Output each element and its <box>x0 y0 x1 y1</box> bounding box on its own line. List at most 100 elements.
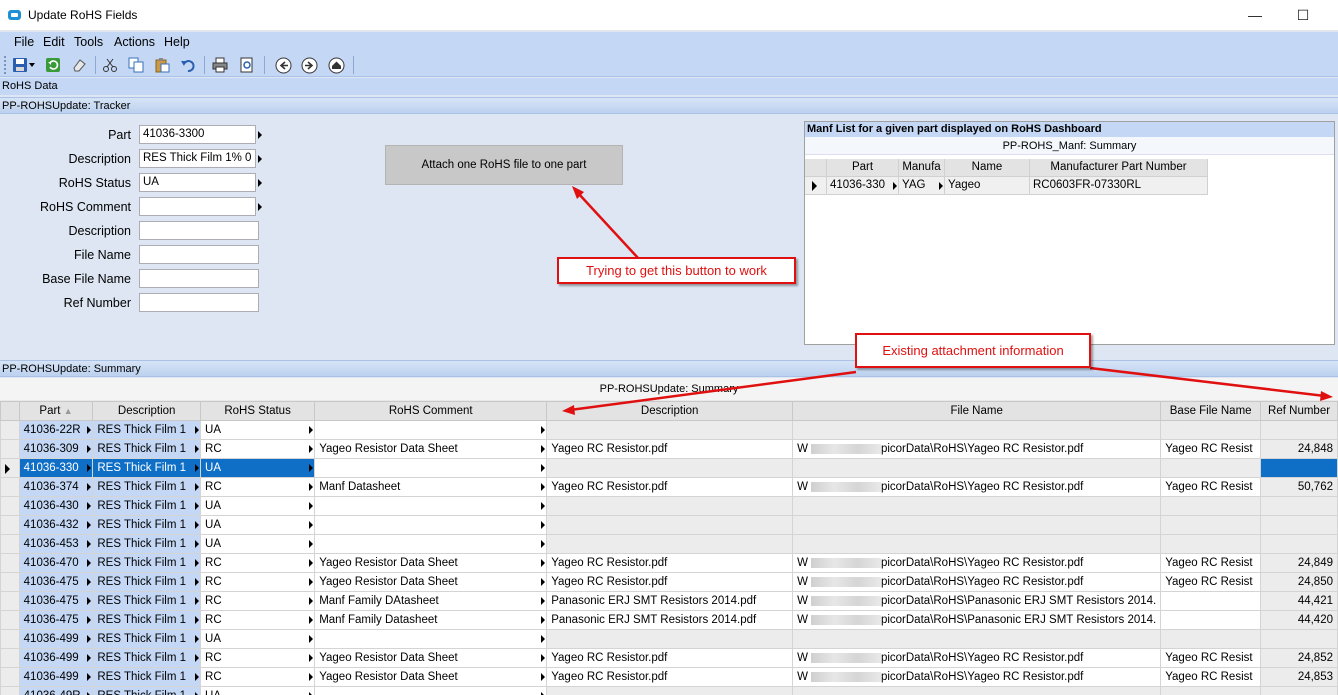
row-selector[interactable] <box>0 534 20 554</box>
manf-cell-manufa[interactable]: YAG <box>899 177 945 195</box>
cell-rohs-status[interactable]: UA <box>200 458 316 478</box>
cell-description[interactable]: RES Thick Film 1 <box>92 439 202 459</box>
cell-base-file-name[interactable]: Yageo RC Resist <box>1160 667 1262 687</box>
cell-description2[interactable] <box>546 515 794 535</box>
cell-part[interactable]: 41036-475 <box>18 572 94 592</box>
cell-base-file-name[interactable]: Yageo RC Resist <box>1160 477 1262 497</box>
cell-file-name[interactable]: WpicorData\RoHS\Yageo RC Resistor.pdf <box>792 648 1162 668</box>
menu-actions[interactable]: Actions <box>114 35 155 49</box>
cell-base-file-name[interactable] <box>1160 629 1262 649</box>
cell-description[interactable]: RES Thick Film 1 <box>92 648 202 668</box>
cell-part[interactable]: 41036-432 <box>18 515 94 535</box>
cell-rohs-comment[interactable]: Yageo Resistor Data Sheet <box>314 648 548 668</box>
col-rohs-comment[interactable]: RoHS Comment <box>314 401 548 421</box>
rohs-status-combo-arrow-icon[interactable] <box>256 173 263 192</box>
cell-base-file-name[interactable] <box>1160 610 1262 630</box>
cell-rohs-status[interactable]: UA <box>200 629 316 649</box>
cell-file-name[interactable]: WpicorData\RoHS\Yageo RC Resistor.pdf <box>792 477 1162 497</box>
row-selector[interactable] <box>0 420 20 440</box>
cell-rohs-status[interactable]: RC <box>200 439 316 459</box>
cell-base-file-name[interactable] <box>1160 496 1262 516</box>
part-field[interactable]: 41036-3300 <box>139 125 256 144</box>
cell-rohs-comment[interactable] <box>314 496 548 516</box>
cell-file-name[interactable] <box>792 534 1162 554</box>
cell-description2[interactable] <box>546 458 794 478</box>
cell-base-file-name[interactable]: Yageo RC Resist <box>1160 439 1262 459</box>
cell-ref-number[interactable]: 50,762 <box>1260 477 1338 497</box>
cell-rohs-comment[interactable]: Yageo Resistor Data Sheet <box>314 553 548 573</box>
cell-ref-number[interactable]: 24,852 <box>1260 648 1338 668</box>
table-row[interactable]: 41036-470 RES Thick Film 1 RC Yageo Resisto… <box>0 553 1338 573</box>
toolbar-grip[interactable] <box>4 56 7 74</box>
cell-ref-number[interactable] <box>1260 686 1338 695</box>
manf-col-part[interactable]: Part <box>827 159 899 177</box>
table-row[interactable]: 41036-499 RES Thick Film 1 RC Yageo Resisto… <box>0 648 1338 668</box>
cell-description[interactable]: RES Thick Film 1 <box>92 667 202 687</box>
file-name-field[interactable] <box>139 245 259 264</box>
cell-description2[interactable]: Yageo RC Resistor.pdf <box>546 439 794 459</box>
row-selector[interactable] <box>0 591 20 611</box>
cell-file-name[interactable] <box>792 686 1162 695</box>
cell-file-name[interactable]: WpicorData\RoHS\Yageo RC Resistor.pdf <box>792 553 1162 573</box>
cell-description[interactable]: RES Thick Film 1 <box>92 477 202 497</box>
cell-part[interactable]: 41036-475 <box>18 591 94 611</box>
row-selector[interactable] <box>0 439 20 459</box>
table-row[interactable]: 41036-475 RES Thick Film 1 RC Manf Family D… <box>0 610 1338 630</box>
cell-rohs-comment[interactable] <box>314 515 548 535</box>
cell-part[interactable]: 41036-470 <box>18 553 94 573</box>
cell-base-file-name[interactable] <box>1160 686 1262 695</box>
table-row[interactable]: 41036-453 RES Thick Film 1 UA <box>0 534 1338 554</box>
cell-part[interactable]: 41036-499 <box>18 629 94 649</box>
cell-description2[interactable]: Yageo RC Resistor.pdf <box>546 648 794 668</box>
cell-description[interactable]: RES Thick Film 1 <box>92 629 202 649</box>
cell-file-name[interactable]: WpicorData\RoHS\Panasonic ERJ SMT Resist… <box>792 610 1162 630</box>
cell-rohs-comment[interactable] <box>314 534 548 554</box>
cell-ref-number[interactable] <box>1260 515 1338 535</box>
cell-description2[interactable] <box>546 496 794 516</box>
cell-description[interactable]: RES Thick Film 1 <box>92 686 202 695</box>
cell-description2[interactable]: Yageo RC Resistor.pdf <box>546 477 794 497</box>
cell-rohs-status[interactable]: UA <box>200 420 316 440</box>
cell-ref-number[interactable] <box>1260 629 1338 649</box>
cell-rohs-status[interactable]: RC <box>200 667 316 687</box>
cell-base-file-name[interactable]: Yageo RC Resist <box>1160 572 1262 592</box>
ref-number-field[interactable] <box>139 293 259 312</box>
cell-part[interactable]: 41036-453 <box>18 534 94 554</box>
cell-rohs-status[interactable]: RC <box>200 572 316 592</box>
manf-cell-part[interactable]: 41036-330 <box>827 177 899 195</box>
cell-description[interactable]: RES Thick Film 1 <box>92 572 202 592</box>
cell-file-name[interactable]: WpicorData\RoHS\Yageo RC Resistor.pdf <box>792 572 1162 592</box>
base-file-name-field[interactable] <box>139 269 259 288</box>
cell-part[interactable]: 41036-430 <box>18 496 94 516</box>
cell-ref-number[interactable] <box>1260 534 1338 554</box>
row-selector[interactable] <box>0 686 20 695</box>
rohs-comment-field[interactable] <box>139 197 256 216</box>
cell-rohs-comment[interactable]: Manf Family DAtasheet <box>314 591 548 611</box>
col-file-name[interactable]: File Name <box>792 401 1162 421</box>
manf-cell-mpn[interactable]: RC0603FR-07330RL <box>1030 177 1208 195</box>
cell-ref-number[interactable]: 44,421 <box>1260 591 1338 611</box>
row-selector[interactable] <box>0 458 20 478</box>
cell-description[interactable]: RES Thick Film 1 <box>92 553 202 573</box>
cell-rohs-comment[interactable] <box>314 686 548 695</box>
table-row[interactable]: 41036-475 RES Thick Film 1 RC Manf Family D… <box>0 591 1338 611</box>
cell-base-file-name[interactable] <box>1160 534 1262 554</box>
description-combo-arrow-icon[interactable] <box>256 149 263 168</box>
cell-part[interactable]: 41036-475 <box>18 610 94 630</box>
row-selector[interactable] <box>0 667 20 687</box>
cell-rohs-status[interactable]: RC <box>200 477 316 497</box>
attach-rohs-file-button[interactable]: Attach one RoHS file to one part <box>385 145 623 185</box>
print-preview-icon[interactable] <box>238 56 256 74</box>
table-row[interactable]: 41036-499 RES Thick Film 1 RC Yageo Resisto… <box>0 667 1338 687</box>
save-icon[interactable] <box>11 56 29 74</box>
cell-description[interactable]: RES Thick Film 1 <box>92 515 202 535</box>
cell-description2[interactable]: Panasonic ERJ SMT Resistors 2014.pdf <box>546 610 794 630</box>
table-row[interactable]: 41036-374 RES Thick Film 1 RC Manf Datashee… <box>0 477 1338 497</box>
copy-icon[interactable] <box>127 56 145 74</box>
cell-rohs-comment[interactable] <box>314 458 548 478</box>
cell-ref-number[interactable] <box>1260 496 1338 516</box>
col-base-file-name[interactable]: Base File Name <box>1160 401 1262 421</box>
cell-rohs-comment[interactable]: Yageo Resistor Data Sheet <box>314 667 548 687</box>
description-field[interactable]: RES Thick Film 1% 0 <box>139 149 256 168</box>
cell-description[interactable]: RES Thick Film 1 <box>92 458 202 478</box>
